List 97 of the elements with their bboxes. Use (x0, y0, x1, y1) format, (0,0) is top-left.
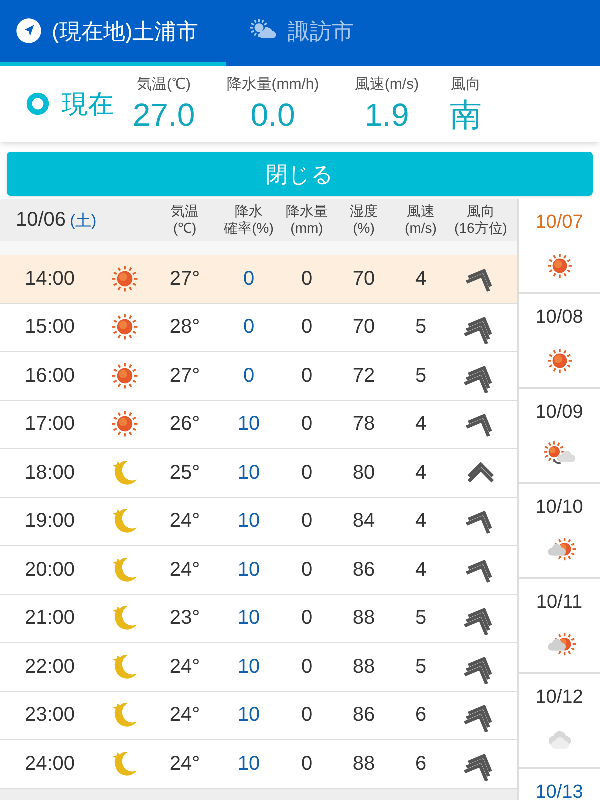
humidity-cell-text: 88 (352, 654, 376, 680)
wind-speed-cell-text: 5 (414, 606, 428, 632)
ring-icon (26, 92, 50, 116)
table-row[interactable]: 17:00 26° 10 0 78 4 (0, 400, 517, 449)
precipitation-chance-cell-text: 10 (236, 412, 262, 438)
time-cell-text: 22:00 (24, 654, 76, 680)
temperature-cell-text: 25° (168, 460, 202, 486)
precipitation-chance-cell-text: 0 (242, 266, 256, 292)
date-label: 10/06 (16, 208, 66, 233)
temperature-cell-text: 26° (168, 412, 202, 438)
reading-label: 風向 (451, 74, 481, 95)
rainfall-cell-text: 0 (300, 412, 314, 438)
precipitation-chance-cell-text: 10 (236, 606, 262, 632)
reading-value: 南 (450, 96, 482, 134)
rainfall-cell-text: 0 (300, 509, 314, 534)
table-row[interactable]: 15:00 28° 0 0 70 5 (0, 304, 517, 352)
precipitation-chance-cell-text: 10 (236, 558, 262, 583)
reading-label: 降水量(mm/h) (226, 74, 320, 95)
day-date: 10/11 (536, 591, 583, 615)
temperature-cell-text: 24° (168, 509, 202, 534)
time-cell-text: 20:00 (24, 558, 76, 583)
humidity-cell-text: 86 (352, 703, 376, 728)
wind-speed-cell-text: 4 (414, 460, 428, 486)
reading-value: 1.9 (364, 96, 410, 134)
rainfall-cell-text: 0 (300, 364, 314, 389)
column-header: 降水 確率(%) (223, 203, 275, 237)
reading-value: 27.0 (132, 96, 196, 134)
wind-speed-cell-text: 4 (414, 412, 428, 438)
temperature-cell-text: 28° (168, 315, 202, 340)
time-cell-text: 15:00 (24, 315, 76, 340)
rainfall-cell-text: 0 (300, 558, 314, 583)
precipitation-chance-cell-text: 0 (242, 364, 256, 389)
temperature-cell-text: 24° (168, 703, 202, 728)
humidity-cell-text: 78 (352, 412, 376, 438)
temperature-cell-text: 24° (168, 654, 202, 680)
rainfall-cell-text: 0 (300, 703, 314, 728)
current-label: 現在 (62, 88, 114, 120)
humidity-cell-text: 70 (352, 266, 376, 292)
precipitation-chance-cell-text: 10 (236, 460, 262, 486)
precipitation-chance-cell-text: 0 (242, 315, 256, 340)
humidity-cell-text: 88 (352, 606, 376, 632)
rainfall-cell-text: 0 (300, 606, 314, 632)
humidity-cell-text: 80 (352, 460, 376, 486)
weekday-label: (土) (70, 212, 97, 232)
time-cell-text: 16:00 (24, 364, 76, 389)
humidity-cell-text: 88 (352, 752, 376, 777)
temperature-cell-text: 24° (168, 558, 202, 583)
time-cell-text: 19:00 (24, 509, 76, 534)
humidity-cell-text: 86 (352, 558, 376, 583)
table-row[interactable]: 23:00 24° 10 0 86 6 (0, 692, 517, 740)
reading-label: 風速(m/s) (354, 74, 420, 95)
temperature-cell-text: 27° (168, 266, 202, 292)
column-header: 風速 (m/s) (404, 203, 438, 237)
day-date: 10/08 (536, 306, 584, 330)
day-date: 10/12 (536, 686, 584, 710)
wind-speed-cell-text: 6 (414, 703, 428, 728)
time-cell-text: 24:00 (24, 752, 76, 777)
reading-value: 0.0 (250, 96, 296, 134)
wind-speed-cell-text: 4 (414, 266, 428, 292)
precipitation-chance-cell-text: 10 (236, 654, 262, 680)
time-cell-text: 21:00 (24, 606, 76, 632)
wind-speed-cell-text: 5 (414, 654, 428, 680)
humidity-cell-text: 72 (352, 364, 376, 389)
precipitation-chance-cell-text: 10 (236, 703, 262, 728)
column-header: 湿度 (%) (349, 203, 379, 237)
temperature-cell-text: 24° (168, 752, 202, 777)
table-row[interactable]: 19:00 24° 10 0 84 4 (0, 498, 517, 546)
time-cell-text: 17:00 (24, 412, 76, 438)
wind-speed-cell-text: 5 (414, 364, 428, 389)
time-cell-text: 14:00 (24, 266, 76, 292)
humidity-cell-text: 84 (352, 509, 376, 534)
day-date: 10/09 (536, 401, 584, 425)
rainfall-cell-text: 0 (300, 315, 314, 340)
table-row[interactable]: 21:00 23° 10 0 88 5 (0, 594, 517, 643)
day-date: 10/10 (536, 496, 584, 520)
column-header: 降水量 (mm) (285, 203, 329, 237)
wind-speed-cell-text: 4 (414, 558, 428, 583)
rainfall-cell-text: 0 (300, 752, 314, 777)
precipitation-chance-cell-text: 10 (236, 509, 262, 534)
reading-label: 気温(℃) (137, 74, 191, 95)
temperature-cell-text: 23° (168, 606, 202, 632)
precipitation-chance-cell-text: 10 (236, 752, 262, 777)
temperature-cell-text: 27° (168, 364, 202, 389)
rainfall-cell-text: 0 (300, 266, 314, 292)
humidity-cell-text: 70 (352, 315, 376, 340)
wind-speed-cell-text: 6 (414, 752, 428, 777)
wind-speed-cell-text: 4 (414, 509, 428, 534)
table-row[interactable]: 14:00 27° 0 0 70 4 (0, 255, 517, 304)
rainfall-cell-text: 0 (300, 460, 314, 486)
day-date: 10/07 (536, 211, 584, 235)
wind-speed-cell-text: 5 (414, 315, 428, 340)
time-cell-text: 23:00 (24, 703, 76, 728)
day-date: 10/13 (536, 781, 584, 800)
time-cell-text: 18:00 (24, 460, 76, 486)
rainfall-cell-text: 0 (300, 654, 314, 680)
column-header: 気温 (℃) (170, 203, 200, 237)
column-header: 風向 (16方位) (454, 203, 508, 237)
